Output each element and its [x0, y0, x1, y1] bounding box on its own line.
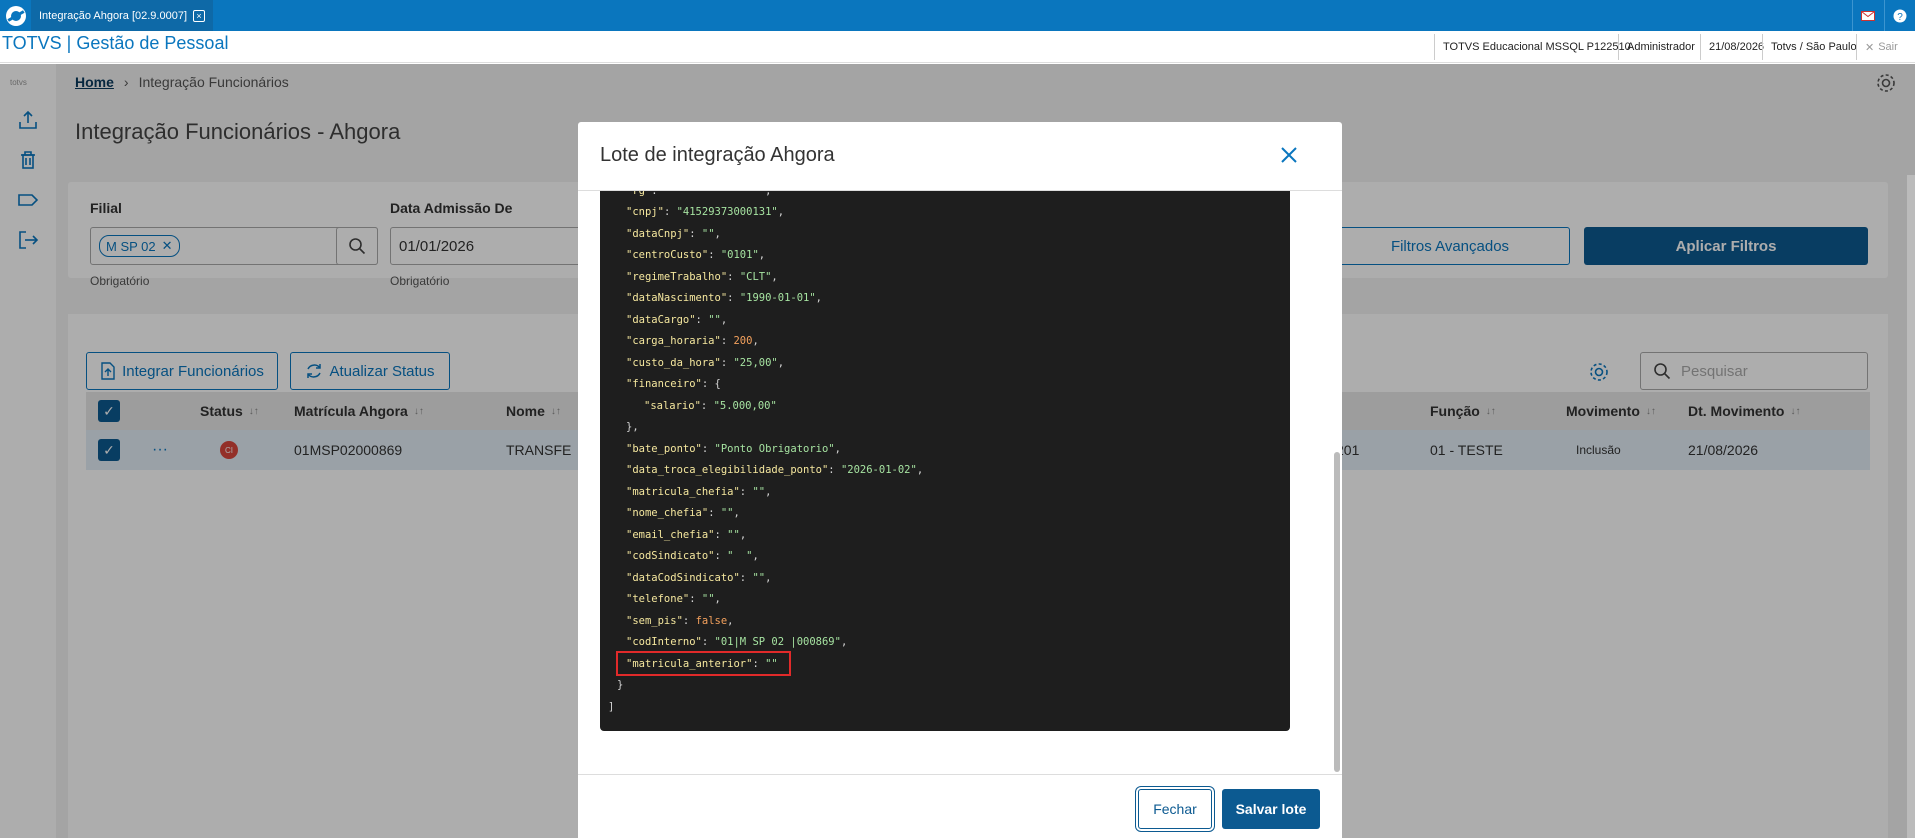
app-brand: TOTVS | Gestão de Pessoal: [2, 33, 229, 53]
help-icon[interactable]: ?: [1884, 0, 1915, 31]
save-batch-button[interactable]: Salvar lote: [1222, 789, 1320, 829]
code-line: "bate_ponto": "Ponto Obrigatorio",: [626, 442, 841, 455]
code-line: "dataCodSindicato": "",: [626, 571, 772, 584]
close-button-label: Fechar: [1153, 801, 1197, 817]
app-header: TOTVS | Gestão de Pessoal TOTVS Educacio…: [0, 31, 1915, 63]
code-line: "dataCnpj": "",: [626, 227, 721, 240]
modal-scrollbar[interactable]: [1334, 452, 1340, 772]
totvs-logo-icon: [0, 0, 31, 31]
close-button[interactable]: Fechar: [1138, 789, 1212, 829]
code-line: "dataNascimento": "1990-01-01",: [626, 292, 822, 304]
code-line: "codInterno": "01|M SP 02 |000869",: [626, 636, 848, 648]
logout-button[interactable]: ✕ Sair: [1856, 34, 1906, 60]
page-scrollbar[interactable]: [1907, 175, 1915, 838]
code-line: "regimeTrabalho": "CLT",: [626, 270, 778, 283]
app-tab[interactable]: Integração Ahgora [02.9.0007] ×: [31, 0, 214, 31]
code-line: "salario": "5.000,00": [644, 399, 777, 412]
code-line: "centroCusto": "0101",: [626, 249, 766, 261]
code-line: "cnpj": "41529373000131",: [626, 206, 785, 218]
code-line: "sem_pis": false,: [626, 614, 734, 627]
integration-batch-modal: Lote de integração Ahgora "rg": , "cnpj":…: [578, 122, 1342, 838]
close-tab-icon[interactable]: ×: [193, 9, 206, 22]
close-modal-icon[interactable]: [1278, 144, 1302, 168]
modal-title: Lote de integração Ahgora: [600, 144, 835, 166]
highlight-box: [616, 651, 791, 676]
logout-label: Sair: [1878, 41, 1898, 53]
close-icon: ✕: [1865, 41, 1875, 54]
environment-info[interactable]: TOTVS Educacional MSSQL P122510: [1434, 34, 1639, 60]
code-line: "carga_horaria": 200,: [626, 335, 759, 347]
code-line: "dataCargo": "",: [626, 313, 728, 326]
user-info[interactable]: Administrador: [1618, 34, 1703, 60]
save-batch-label: Salvar lote: [1235, 801, 1307, 817]
code-line: "telefone": "",: [626, 593, 721, 605]
code-line: }: [617, 679, 624, 691]
app-tab-title: Integração Ahgora [02.9.0007]: [39, 9, 188, 22]
svg-text:?: ?: [1897, 12, 1903, 23]
code-line: "codSindicato": " ",: [626, 550, 759, 562]
code-line: ]: [608, 700, 615, 713]
code-line: "rg": ,: [626, 191, 771, 201]
branch-info[interactable]: Totvs / São Paulo: [1762, 34, 1865, 60]
window-titlebar: Integração Ahgora [02.9.0007] × ?: [0, 0, 1915, 31]
mail-icon[interactable]: [1852, 0, 1883, 31]
json-code-viewer[interactable]: "rg": , "cnpj": "41529373000131", "dataCnp…: [600, 191, 1290, 731]
code-line: "nome_chefia": "",: [626, 507, 740, 519]
code-line: "email_chefia": "",: [626, 528, 747, 541]
code-line: "matricula_chefia": "",: [626, 485, 772, 498]
code-line: },: [626, 421, 639, 433]
code-line: "data_troca_elegibilidade_ponto": "2026-…: [626, 464, 924, 476]
modal-footer-divider: [578, 774, 1342, 775]
code-line: "financeiro": {: [626, 378, 721, 390]
code-line: "custo_da_hora": "25,00",: [626, 356, 785, 369]
